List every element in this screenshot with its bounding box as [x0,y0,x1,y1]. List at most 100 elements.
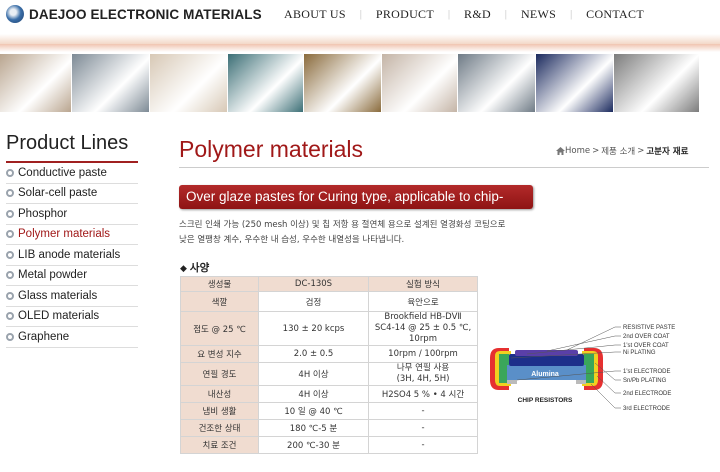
sidebar-item[interactable]: Conductive paste [6,163,138,184]
diagram-layer-label: 3rd ELECTRODE [623,406,670,412]
breadcrumb-home[interactable]: Home [565,146,590,156]
sidebar-item-label: Conductive paste [18,166,107,179]
circle-bullet-icon [6,250,14,259]
diamond-bullet-icon: ◆ [180,264,187,274]
method-line: Brookfield HB-DVⅡ [384,312,462,322]
nav-news[interactable]: NEWS [507,7,570,22]
table-header-cell: 생성물 [180,276,259,292]
chip-cross-section [490,348,603,390]
row-method: - [368,419,478,437]
header-shadow [0,34,720,44]
sidebar-item[interactable]: LIB anode materials [6,245,138,266]
table-header-cell: 실험 방식 [368,276,478,292]
row-method: - [368,436,478,454]
banner-photo [382,54,458,112]
sidebar-item[interactable]: Solar-cell paste [6,184,138,204]
banner-photo [0,54,72,112]
table-header-cell: DC-130S [258,276,369,292]
product-description: 스크린 인쇄 가능 (250 mesh 이상) 및 칩 저항 용 절연체 용으로… [179,218,559,248]
header-accent-line [0,44,720,52]
banner-photo [228,54,304,112]
title-divider [179,167,709,168]
sidebar-title: Product Lines [6,132,138,163]
banner-photo [458,54,536,112]
product-photo-banner [0,54,720,112]
row-label: 점도 @ 25 ℃ [180,311,259,346]
sidebar-item-label: Glass materials [18,289,98,302]
breadcrumb-separator: > [637,146,645,156]
row-method: 나무 연필 사용 (3H, 4H, 5H) [368,362,478,386]
row-label: 색깔 [180,291,259,312]
method-line: (3H, 4H, 5H) [396,374,450,384]
description-line: 낮은 열팽창 계수, 우수한 내 습성, 우수한 내열성을 나타냅니다. [179,235,405,245]
nav-about-us[interactable]: ABOUT US [270,7,360,22]
logo-text: DAEJOO ELECTRONIC MATERIALS [29,6,262,22]
diagram-layer-label: Sn/Pb PLATING [623,378,667,384]
breadcrumb-separator: > [592,146,600,156]
table-row: 색깔 검정 육안으로 [180,291,478,312]
row-value: 4H 이상 [258,385,369,403]
row-label: 연필 경도 [180,362,259,386]
table-row: 냄비 생활 10 일 @ 40 ℃ - [180,402,478,420]
diagram-layer-label: 2nd OVER COAT [623,334,670,340]
row-value: 4H 이상 [258,362,369,386]
sidebar-item-label: Polymer materials [18,228,111,240]
table-row: 건조한 상태 180 ℃-5 분- [180,419,478,437]
sidebar-item-label: Solar-cell paste [18,187,98,199]
sidebar-item[interactable]: Phosphor [6,204,138,225]
row-value: 180 ℃-5 분 [258,419,369,437]
sidebar-item-label: LIB anode materials [18,248,121,261]
home-icon [556,147,565,155]
banner-photo [536,54,614,112]
row-label: 냄비 생활 [180,402,259,420]
sidebar-item[interactable]: Glass materials [6,286,138,307]
company-logo[interactable]: DAEJOO ELECTRONIC MATERIALS [6,5,262,23]
row-method: Brookfield HB-DVⅡ SC4-14 @ 25 ± 0.5 ℃, 10r… [368,311,478,346]
diagram-layer-label: Ni PLATING [623,350,656,356]
table-header-row: 생성물 DC-130S 실험 방식 [180,276,478,292]
leader-line [566,326,621,351]
circle-bullet-icon [6,189,14,198]
breadcrumb-section[interactable]: 제품 소개 [601,145,635,157]
spec-heading: ◆ 사양 [180,260,212,275]
sidebar-item[interactable]: Polymer materials [6,225,138,245]
breadcrumb: Home > 제품 소개 > 고분자 재료 [556,145,688,157]
circle-bullet-icon [6,168,14,177]
substrate-label: Alumina [531,371,559,378]
sidebar-item[interactable]: Graphene [6,327,138,348]
spec-heading-text: 사양 [189,262,210,274]
row-method: - [368,402,478,420]
table-row: 치료 조건 200 ℃-30 분- [180,436,478,454]
nav-product[interactable]: PRODUCT [362,7,448,22]
row-value: 2.0 ± 0.5 [258,345,369,363]
method-line: 나무 연필 사용 [396,363,450,373]
table-row: 점도 @ 25 ℃ 130 ± 20 kcps Brookfield HB-DVⅡ S… [180,311,478,346]
sidebar-item[interactable]: OLED materials [6,307,138,327]
row-value: 검정 [258,291,369,312]
row-value: 200 ℃-30 분 [258,436,369,454]
logo-globe-icon [6,5,24,23]
row-value: 130 ± 20 kcps [258,311,369,346]
sidebar: Product Lines Conductive paste Solar-cell… [6,132,138,348]
nav-rnd[interactable]: R&D [450,7,505,22]
row-label: 내산성 [180,385,259,403]
nav-contact[interactable]: CONTACT [572,7,658,22]
breadcrumb-current: 고분자 재료 [646,147,689,157]
method-line: 10rpm [409,334,437,344]
sidebar-item[interactable]: Metal powder [6,266,138,286]
product-heading-banner: Over glaze pastes for Curing type, appli… [179,185,533,228]
page-title: Polymer materials [179,136,364,162]
table-row: 연필 경도 4H 이상 나무 연필 사용 (3H, 4H, 5H) [180,362,478,386]
row-label: 건조한 상태 [180,419,259,437]
row-label: 요 변성 지수 [180,345,259,363]
row-value: 10 일 @ 40 ℃ [258,402,369,420]
table-row: 요 변성 지수 2.0 ± 0.5 10rpm / 100rpm [180,345,478,363]
row-method: 10rpm / 100rpm [368,345,478,363]
circle-bullet-icon [6,230,14,239]
sidebar-item-label: OLED materials [18,310,100,322]
row-method: 육안으로 [368,291,478,312]
diagram-layer-label: RESISTIVE PASTE [623,325,675,331]
diagram-layer-label: 1'st OVER COAT [623,343,669,349]
circle-bullet-icon [6,209,14,218]
sidebar-item-label: Phosphor [18,207,68,220]
